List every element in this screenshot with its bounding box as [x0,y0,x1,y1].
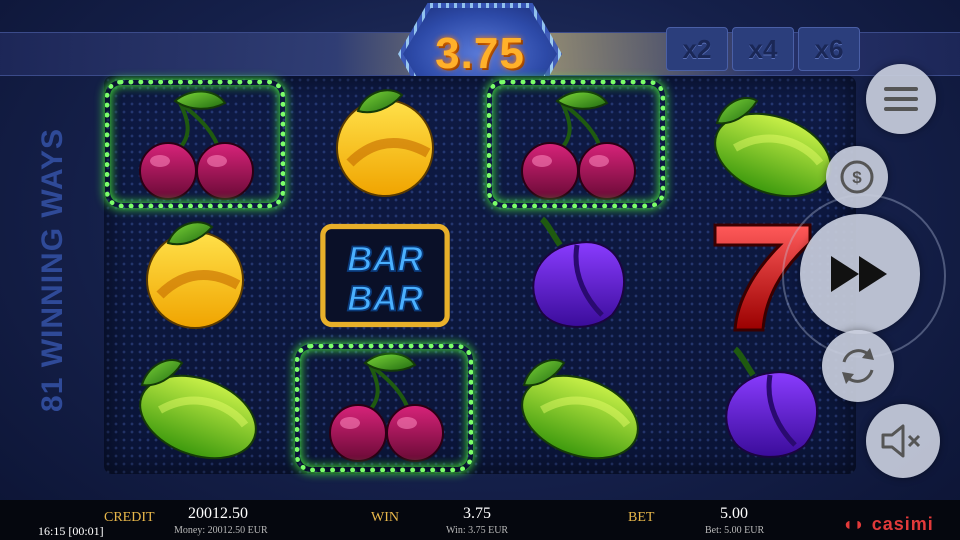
brand-mark-icon: ◖◗ [842,514,866,534]
win-label: WIN [371,510,399,525]
sound-button[interactable] [866,404,940,478]
reel2-symbol1 [295,78,475,208]
clock: 16:15 [00:01] [38,524,104,538]
bet-value: 5.00 [720,505,748,522]
orange-icon [120,215,270,335]
lime-icon [502,345,652,465]
brand-logo: ◖◗ casimi [842,514,934,534]
multiplier-x2: x2 [666,27,728,71]
lime-icon [695,83,845,203]
orange-icon [310,83,460,203]
winning-ways-label: 81 WINNING WAYS [36,128,69,412]
cherries-icon [120,83,270,203]
refresh-icon [842,348,874,384]
reel3-symbol3 [487,340,667,470]
coin-dollar-icon: $ [840,160,874,194]
speaker-muted-icon [881,424,921,458]
reel1-symbol2 [105,210,285,340]
win-value: 3.75 [463,505,491,522]
win-eur-text: Win: 3.75 EUR [446,525,509,536]
win-amount-display: 3.75 [435,29,525,78]
menu-button[interactable] [866,64,936,134]
credit-value: 20012.50 [188,505,248,522]
reel1-symbol1 [105,78,285,208]
bet-label: BET [628,510,655,525]
multiplier-x4: x4 [732,27,794,71]
reel1-symbol3 [105,340,285,470]
reel2-symbol2 [295,210,475,340]
reel3-symbol2 [487,210,667,340]
lime-icon [120,345,270,465]
bet-eur-text: Bet: 5.00 EUR [705,525,765,536]
autoplay-button[interactable] [822,330,894,402]
multiplier-bar: x2 x4 x6 [666,27,860,71]
spin-button[interactable] [800,214,920,334]
svg-text:$: $ [852,168,862,187]
credit-money-text: Money: 20012.50 EUR [174,525,268,536]
fast-forward-icon [831,256,887,292]
reel3-symbol1 [487,78,667,208]
cherries-icon [502,83,652,203]
bet-coin-button[interactable]: $ [826,146,888,208]
plum-icon [502,215,652,335]
cherries-icon [310,345,460,465]
menu-icon [884,87,918,111]
bar-bar-icon [310,223,460,328]
credit-label: CREDIT [104,510,155,525]
multiplier-x6: x6 [798,27,860,71]
reel2-symbol3 [295,340,475,470]
